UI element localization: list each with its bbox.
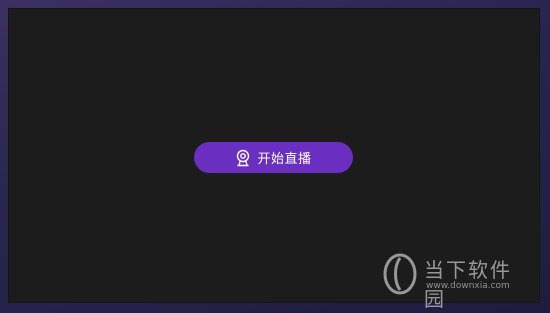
watermark-url: www.downxia.com xyxy=(426,281,510,291)
start-live-label: 开始直播 xyxy=(257,152,312,167)
window-frame: 开始直播 当下软件园 www.downxia.com xyxy=(0,0,550,313)
watermark: 当下软件园 www.downxia.com xyxy=(382,250,532,311)
downxia-logo-icon xyxy=(382,252,418,296)
start-live-button[interactable]: 开始直播 xyxy=(194,142,353,173)
camera-icon xyxy=(235,149,251,167)
